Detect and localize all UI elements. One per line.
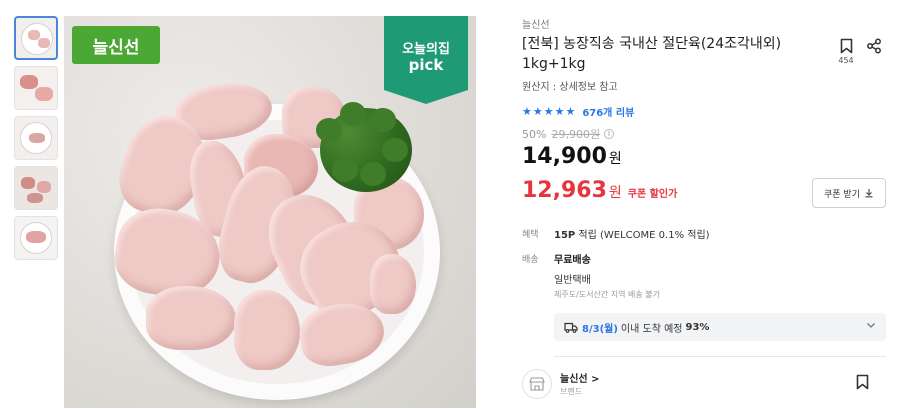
shipping-fee: 무료배송 (554, 255, 591, 266)
thumbnail-2[interactable] (14, 66, 58, 110)
benefit-label: 혜택 (522, 230, 539, 240)
thumbnail-5[interactable] (14, 216, 58, 260)
parsley-garnish (316, 102, 412, 192)
parsley-leaf (340, 102, 366, 126)
coupon-price-label: 쿠폰 할인가 (627, 189, 678, 200)
bookmark-icon (840, 38, 852, 54)
store-name-link[interactable]: 늘신선 > (560, 370, 599, 385)
divider (554, 356, 886, 357)
benefit-value: 15P 적립 (WELCOME 0.1% 적립) (554, 226, 710, 241)
benefit-detail: 적립 (WELCOME 0.1% 적립) (575, 230, 710, 241)
chicken-piece (234, 290, 300, 370)
sale-price: 14,900 원 (522, 144, 622, 169)
thumbnail-meat (26, 231, 46, 243)
sale-price-unit: 원 (608, 151, 622, 167)
thumbnail-4[interactable] (14, 166, 58, 210)
delivery-date: 8/3(월) (582, 323, 618, 335)
brand-badge: 늘신선 (72, 26, 160, 64)
thumbnail-3[interactable] (14, 116, 58, 160)
chevron-down-icon (866, 320, 876, 333)
chicken-piece (146, 286, 236, 350)
product-info: 늘신선 [전북] 농장직송 국내산 절단육(24조각내외) 1kg+1kg 45… (522, 0, 888, 409)
benefit-points: 15P (554, 230, 576, 241)
brand-link[interactable]: 늘신선 (522, 16, 550, 31)
bookmark-icon (856, 374, 869, 390)
parsley-leaf (370, 108, 396, 132)
thumbnail-list (14, 16, 58, 266)
chicken-piece (370, 254, 416, 314)
pick-badge: 오늘의집 pick (384, 16, 468, 104)
shipping-label: 배송 (522, 255, 539, 265)
rating-row[interactable]: ★★★★★ 676개 리뷰 (522, 104, 634, 119)
download-icon (865, 189, 873, 198)
shipping-type: 일반택배 (554, 275, 591, 286)
bookmark-button[interactable] (838, 38, 854, 58)
product-main-image: 늘신선 오늘의집 pick (64, 16, 476, 408)
review-count-link[interactable]: 676개 리뷰 (582, 104, 634, 119)
origin-info: 원산지 : 상세정보 참고 (522, 82, 618, 93)
thumbnail-meat (38, 38, 50, 48)
coupon-price: 12,963 원 쿠폰 할인가 (522, 178, 677, 203)
truck-icon (564, 322, 578, 333)
coupon-button-label: 쿠폰 받기 (824, 189, 860, 200)
store-bookmark-button[interactable] (856, 374, 869, 394)
coupon-download-button[interactable]: 쿠폰 받기 (812, 178, 886, 208)
parsley-leaf (382, 138, 408, 162)
discount-rate: 50% (522, 127, 547, 141)
parsley-leaf (360, 162, 386, 186)
pick-badge-line2: pick (408, 56, 444, 74)
product-title: [전북] 농장직송 국내산 절단육(24조각내외) 1kg+1kg (522, 36, 782, 72)
thumbnail-1[interactable] (14, 16, 58, 60)
store-sub-label: 브랜드 (560, 387, 583, 396)
delivery-text: 이내 도착 예정 (620, 323, 683, 335)
info-icon[interactable]: i (604, 129, 615, 139)
parsley-leaf (332, 158, 358, 182)
shipping-note: 제주도/도서산간 지역 배송 불가 (554, 290, 661, 299)
bookmark-count: 454 (838, 56, 854, 65)
thumbnail-meat (29, 133, 45, 143)
share-icon (867, 38, 881, 54)
discount-row: 50% 29,900원 i (522, 126, 615, 142)
coupon-price-unit: 원 (608, 185, 622, 201)
sale-price-value: 14,900 (522, 144, 607, 169)
thumbnail-meat (27, 193, 43, 203)
original-price: 29,900원 (551, 128, 601, 141)
thumbnail-meat (37, 181, 51, 193)
delivery-percent: 93% (685, 321, 710, 333)
delivery-estimate-dropdown[interactable]: 8/3(월) 이내 도착 예정 93% (554, 313, 886, 341)
pick-badge-line1: 오늘의집 (402, 42, 450, 57)
coupon-price-value: 12,963 (522, 178, 607, 203)
star-rating-icon: ★★★★★ (522, 105, 577, 118)
store-icon (529, 377, 545, 391)
parsley-leaf (316, 118, 342, 142)
store-logo-icon[interactable] (522, 369, 552, 399)
thumbnail-meat (21, 177, 35, 189)
share-button[interactable] (866, 38, 882, 58)
thumbnail-meat (35, 87, 53, 101)
thumbnail-meat (20, 75, 38, 89)
